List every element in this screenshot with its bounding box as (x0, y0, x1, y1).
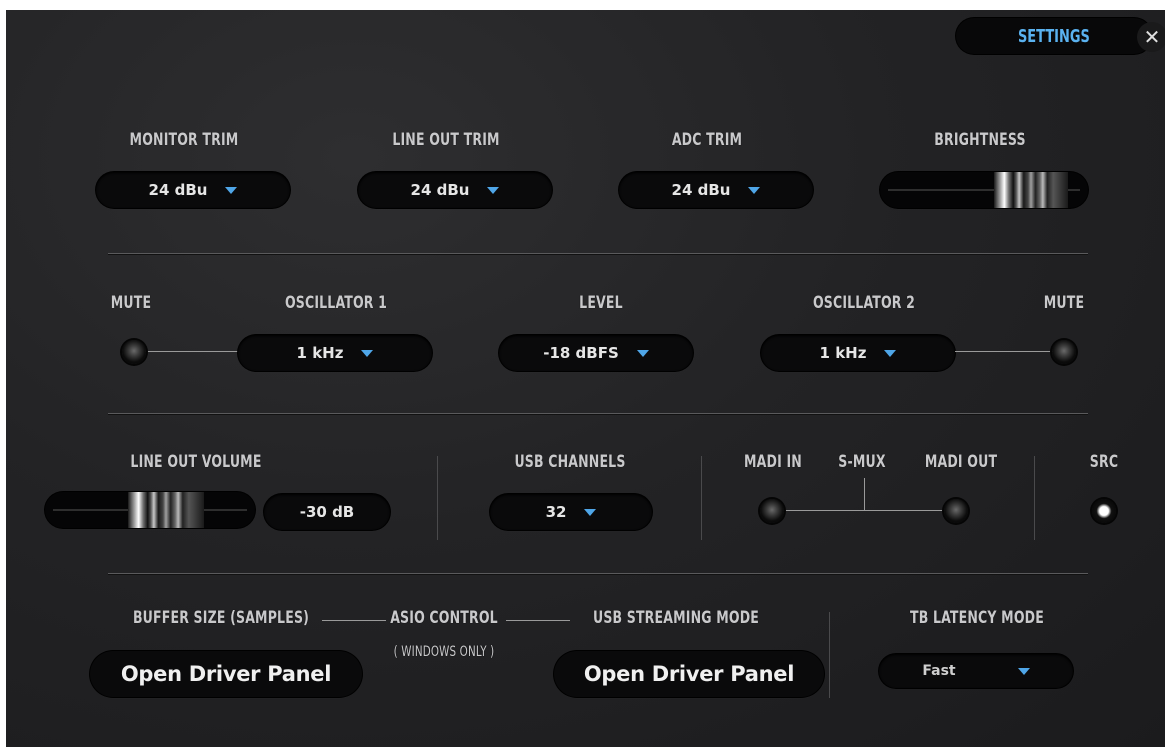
settings-button[interactable]: SETTINGS (956, 18, 1152, 54)
madi-out-button[interactable] (944, 499, 968, 523)
divider (108, 573, 1088, 574)
chevron-down-icon (487, 186, 500, 194)
madi-in-label: MADI IN (744, 452, 802, 472)
chevron-down-icon (636, 349, 649, 357)
open-driver-panel-button-2[interactable]: Open Driver Panel (554, 651, 824, 697)
oscillator2-label: OSCILLATOR 2 (812, 293, 916, 313)
oscillator1-dropdown[interactable]: 1 kHz (238, 335, 432, 371)
smux-connector (864, 478, 865, 510)
madi-out-label: MADI OUT (924, 452, 998, 472)
oscillator1-label: OSCILLATOR 1 (284, 293, 388, 313)
src-button[interactable] (1092, 499, 1116, 523)
windows-only-label: ( WINDOWS ONLY ) (393, 644, 495, 660)
separator (829, 612, 830, 698)
line-out-volume-slider[interactable] (45, 492, 255, 528)
adc-trim-dropdown[interactable]: 24 dBu (619, 172, 813, 208)
monitor-trim-label: MONITOR TRIM (129, 130, 239, 150)
src-label: SRC (1089, 452, 1119, 472)
monitor-trim-value: 24 dBu (148, 181, 208, 199)
open-driver-panel-button[interactable]: Open Driver Panel (90, 651, 362, 697)
line-out-trim-dropdown[interactable]: 24 dBu (358, 172, 552, 208)
connector-line (322, 620, 386, 621)
brightness-slider[interactable] (880, 172, 1088, 208)
mute-right-button[interactable] (1052, 340, 1076, 364)
line-out-trim-value: 24 dBu (410, 181, 470, 199)
adc-trim-label: ADC TRIM (671, 130, 743, 150)
buffer-size-label: BUFFER SIZE (SAMPLES) (132, 608, 310, 628)
oscillator2-value: 1 kHz (819, 344, 867, 362)
monitor-trim-dropdown[interactable]: 24 dBu (96, 172, 290, 208)
madi-in-button[interactable] (760, 499, 784, 523)
oscillator1-value: 1 kHz (296, 344, 344, 362)
chevron-down-icon (584, 508, 597, 516)
smux-label: S-MUX (838, 452, 886, 472)
settings-label: SETTINGS (1018, 25, 1090, 47)
volume-handle[interactable] (128, 492, 204, 528)
brightness-handle[interactable] (994, 172, 1068, 208)
close-icon: ✕ (1143, 25, 1161, 49)
tb-latency-dropdown[interactable]: Fast (879, 654, 1073, 688)
connector-line (955, 351, 1063, 352)
usb-channels-label: USB CHANNELS (514, 452, 626, 472)
chevron-down-icon (884, 349, 897, 357)
line-out-volume-label: LINE OUT VOLUME (130, 452, 262, 472)
line-out-trim-label: LINE OUT TRIM (392, 130, 500, 150)
madi-connector-line (776, 510, 956, 511)
divider (108, 253, 1088, 254)
tb-latency-label: TB LATENCY MODE (910, 608, 1044, 628)
level-dropdown[interactable]: -18 dBFS (499, 335, 693, 371)
asio-control-label: ASIO CONTROL (390, 608, 498, 628)
tb-latency-value: Fast (922, 663, 956, 679)
chevron-down-icon (1017, 667, 1030, 675)
adc-trim-value: 24 dBu (671, 181, 731, 199)
open-driver-panel-label-2: Open Driver Panel (583, 662, 795, 686)
usb-channels-value: 32 (545, 503, 567, 521)
chevron-down-icon (748, 186, 761, 194)
close-button[interactable]: ✕ (1137, 22, 1165, 52)
mute-left-button[interactable] (122, 340, 146, 364)
divider (108, 413, 1088, 414)
usb-channels-dropdown[interactable]: 32 (490, 494, 652, 530)
connector-line (134, 351, 242, 352)
level-label: LEVEL (579, 293, 623, 313)
mute-right-label: MUTE (1043, 293, 1085, 313)
separator (437, 456, 438, 540)
line-out-volume-value-field[interactable]: -30 dB (264, 494, 390, 530)
usb-streaming-label: USB STREAMING MODE (592, 608, 760, 628)
level-value: -18 dBFS (543, 344, 619, 362)
chevron-down-icon (361, 349, 374, 357)
separator (1034, 456, 1035, 540)
brightness-label: BRIGHTNESS (934, 130, 1026, 150)
separator (701, 456, 702, 540)
oscillator2-dropdown[interactable]: 1 kHz (761, 335, 955, 371)
settings-panel: SETTINGS ✕ MONITOR TRIM 24 dBu LINE OUT … (6, 10, 1165, 747)
open-driver-panel-label: Open Driver Panel (120, 662, 332, 686)
line-out-volume-value: -30 dB (299, 503, 355, 521)
chevron-down-icon (225, 186, 238, 194)
mute-left-label: MUTE (110, 293, 152, 313)
connector-line (506, 620, 570, 621)
